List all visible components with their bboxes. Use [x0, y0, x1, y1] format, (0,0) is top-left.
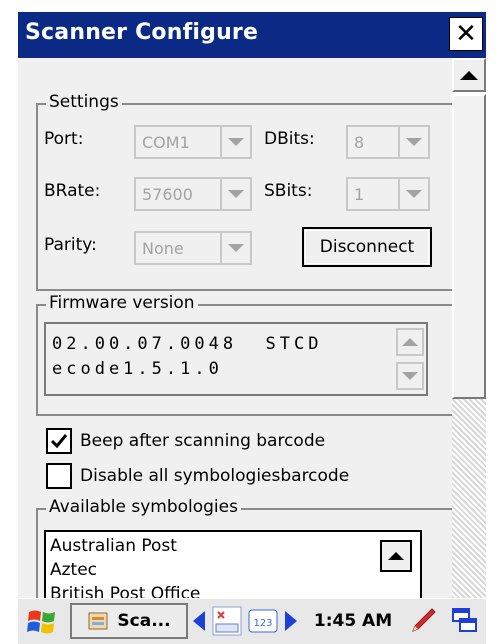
main-scrollbar[interactable]	[452, 58, 486, 598]
title-bar: Scanner Configure ✕	[18, 12, 486, 58]
parity-value: None	[142, 239, 184, 258]
keyboard-123-icon[interactable]: 123	[246, 603, 280, 639]
dbits-label: DBits:	[264, 129, 315, 149]
dbits-value: 8	[354, 133, 365, 152]
scroll-down-arrow-icon[interactable]	[396, 362, 424, 390]
app-icon	[88, 612, 108, 630]
right-arrow-icon[interactable]	[282, 603, 300, 639]
firmware-legend: Firmware version	[46, 293, 198, 313]
windows-flag-icon[interactable]	[22, 603, 62, 639]
chevron-down-icon	[220, 127, 250, 157]
chevron-down-icon	[220, 233, 250, 263]
firmware-textbox[interactable]: 02.00.07.0048 STCD ecode1.5.1.0	[44, 322, 428, 396]
up-arrow-icon	[388, 552, 404, 560]
input-method-icon[interactable]	[210, 603, 244, 639]
dbits-select[interactable]: 8	[346, 125, 430, 159]
window-title: Scanner Configure	[25, 20, 259, 45]
up-arrow-icon	[460, 70, 478, 80]
brate-value: 57600	[142, 185, 193, 204]
sbits-select[interactable]: 1	[346, 177, 430, 211]
windows-cascade-icon[interactable]	[448, 603, 482, 639]
symbologies-group: Available symbologies Australian Post Az…	[36, 497, 454, 598]
scroll-track[interactable]	[452, 399, 486, 598]
firmware-line-2: ecode1.5.1.0	[52, 359, 223, 379]
disconnect-button[interactable]: Disconnect	[302, 227, 432, 267]
firmware-text: 02.00.07.0048 STCD ecode1.5.1.0	[52, 332, 382, 382]
device-screen: Scanner Configure ✕ Settings Port: COM1 …	[0, 0, 499, 644]
scroll-up-arrow-icon[interactable]	[396, 328, 424, 356]
port-select[interactable]: COM1	[134, 125, 252, 159]
settings-group: Settings Port: COM1 DBits: 8 BRate: 5760…	[36, 92, 454, 291]
taskbar: Sca... 123 1:45 AM	[18, 598, 486, 644]
scroll-up-button[interactable]	[452, 58, 486, 92]
pen-icon[interactable]	[406, 603, 440, 639]
sbits-label: SBits:	[264, 181, 313, 201]
symbologies-legend: Available symbologies	[46, 497, 241, 517]
brate-label: BRate:	[44, 181, 101, 201]
chevron-down-icon	[398, 127, 428, 157]
list-scroll-up-button[interactable]	[380, 540, 412, 572]
disable-symbologies-checkbox[interactable]	[46, 463, 72, 489]
brate-select[interactable]: 57600	[134, 177, 252, 211]
beep-checkbox[interactable]	[46, 428, 72, 454]
taskbar-app-label: Sca...	[117, 611, 171, 631]
symbologies-listbox[interactable]: Australian Post Aztec British Post Offic…	[44, 530, 422, 598]
clock[interactable]: 1:45 AM	[308, 603, 398, 639]
settings-legend: Settings	[46, 92, 122, 112]
left-arrow-icon[interactable]	[190, 603, 208, 639]
list-item[interactable]: Australian Post	[50, 536, 177, 556]
sbits-value: 1	[354, 185, 365, 204]
close-button[interactable]: ✕	[449, 17, 483, 51]
list-item[interactable]: Aztec	[50, 560, 97, 580]
port-value: COM1	[142, 133, 190, 152]
close-icon: ✕	[455, 19, 477, 49]
taskbar-app-button[interactable]: Sca...	[70, 603, 188, 639]
parity-label: Parity:	[44, 235, 97, 255]
checkmark-icon	[50, 434, 68, 449]
chevron-down-icon	[220, 179, 250, 209]
list-item[interactable]: British Post Office	[50, 584, 200, 598]
disable-symbologies-label: Disable all symbologiesbarcode	[80, 466, 350, 486]
firmware-group: Firmware version 02.00.07.0048 STCD ecod…	[36, 293, 454, 416]
firmware-line-1: 02.00.07.0048 STCD	[52, 334, 323, 354]
parity-select[interactable]: None	[134, 231, 252, 265]
beep-label: Beep after scanning barcode	[80, 431, 326, 451]
dialog-client-area: Settings Port: COM1 DBits: 8 BRate: 5760…	[18, 58, 486, 598]
svg-text:123: 123	[253, 618, 272, 629]
port-label: Port:	[44, 129, 84, 149]
chevron-down-icon	[398, 179, 428, 209]
scroll-thumb[interactable]	[452, 94, 486, 399]
firmware-scrollbar[interactable]	[396, 328, 424, 390]
